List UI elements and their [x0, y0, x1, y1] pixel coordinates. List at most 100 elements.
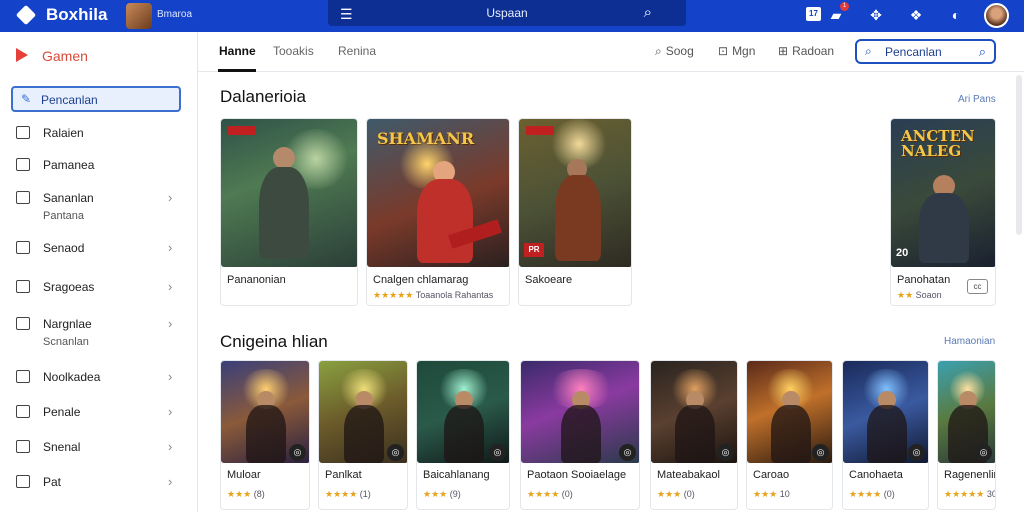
game-card[interactable]: PR Sakoeare [518, 118, 632, 306]
sidebar-item[interactable]: Senaod › [16, 239, 186, 259]
rating-stars: ★★★ [753, 489, 778, 499]
sidebar-item[interactable]: Sananlan Pantana › [16, 189, 186, 222]
tab-tools[interactable]: Tooakis [273, 44, 314, 58]
tool-radoan[interactable]: ⊞ Radoan [778, 44, 834, 58]
game-art: ◎ [651, 361, 737, 463]
top-search-bar[interactable]: ☰ Uspaan ⌕ [328, 0, 686, 26]
tool-search-label: Soog [665, 44, 694, 58]
chevron-right-icon[interactable]: › [168, 474, 172, 489]
sidebar-item-label: Senaod [43, 241, 85, 255]
game-rating: ★★★ 10 [753, 489, 790, 500]
sidebar-item-sublabel: Scnanlan [43, 336, 89, 348]
game-logo-art: ANCTEN NALEG [901, 127, 975, 160]
game-card[interactable]: ◎ Caroao ★★★ 10 [746, 360, 833, 510]
tool-search[interactable]: ⌕ Soog [655, 44, 694, 59]
sidebar-item-label: Penale [43, 405, 81, 419]
calendar-icon[interactable]: 17 [806, 7, 821, 21]
game-title: Paotaon Sooiaelage [527, 469, 627, 481]
controller-icon[interactable]: ◐ [946, 5, 966, 25]
game-art: PR [519, 119, 631, 267]
rating-stars: ★★★ [657, 489, 682, 499]
chevron-right-icon[interactable]: › [168, 404, 172, 419]
sidebar-item[interactable]: Noolkadea › [16, 368, 186, 388]
game-rating: ★★★★ (0) [527, 489, 573, 500]
sidebar-item[interactable]: Penale › [16, 403, 186, 423]
sidebar-item[interactable]: Pat › [16, 473, 186, 493]
box-icon [16, 241, 30, 254]
sidebar-item[interactable]: Pamanea [16, 156, 186, 176]
game-art: ◎ [747, 361, 832, 463]
chevron-right-icon[interactable]: › [168, 240, 172, 255]
game-card[interactable]: ◎ Muloar ★★★ (8) [220, 360, 310, 510]
chevron-right-icon[interactable]: › [168, 439, 172, 454]
game-art: ANCTEN NALEG 20 [891, 119, 995, 267]
game-title: Pananonian [227, 274, 286, 286]
rating-count: (9) [449, 489, 461, 499]
game-title: Ragenenlins [944, 469, 995, 481]
sidebar-item-active[interactable]: ✎ Pencanlan [11, 86, 181, 112]
game-card[interactable]: Pananonian [220, 118, 358, 306]
chevron-right-icon[interactable]: › [168, 316, 172, 331]
tab-bar: Hanne Tooakis Renina ⌕ Soog ⊡ Mgn ⊞ Radoan … [198, 32, 1024, 72]
game-title: Cnalgen chlamarag [373, 274, 469, 286]
tool-map[interactable]: ⊡ Mgn [718, 44, 755, 58]
user-avatar[interactable] [984, 3, 1009, 28]
scrollbar[interactable] [1016, 75, 1022, 235]
game-title: Muloar [227, 469, 261, 481]
game-rating: ★★★★ (0) [849, 489, 895, 500]
search-submit-icon[interactable]: ⌕ [979, 44, 986, 60]
search-icon[interactable]: ⌕ [644, 4, 652, 21]
logo-icon[interactable] [15, 4, 37, 26]
camera-icon [16, 317, 30, 330]
sidebar-item[interactable]: Snenal › [16, 438, 186, 458]
brand-name[interactable]: Boxhila [46, 5, 107, 25]
game-title: Canohaeta [849, 469, 903, 481]
game-meta: ★★ Soaon [897, 290, 942, 301]
game-rating: ★★★ (9) [423, 489, 461, 500]
new-badge [526, 126, 554, 135]
game-card[interactable]: ◎ Ragenenlins ★★★★★ 30 [937, 360, 996, 510]
chevron-right-icon[interactable]: › [168, 190, 172, 205]
game-card[interactable]: ◎ Panlkat ★★★★ (1) [318, 360, 408, 510]
platform-icon: ◎ [289, 444, 306, 461]
sidebar-item[interactable]: Nargnlae Scnanlan › [16, 315, 186, 348]
platform-icon: ◎ [619, 444, 636, 461]
profile-thumbnail[interactable] [126, 3, 152, 29]
rating-count: (0) [683, 489, 695, 499]
game-card[interactable]: ANCTEN NALEG 20 Panohatan ★★ Soaon cc [890, 118, 996, 306]
rating-stars: ★★★ [227, 489, 252, 499]
section-title: Dalanerioia [220, 87, 306, 106]
sidebar-item-label: Pat [43, 475, 62, 489]
game-art: ◎ [843, 361, 928, 463]
sidebar-item[interactable]: Ralaien [16, 124, 186, 144]
tab-home[interactable]: Hanne [219, 44, 256, 58]
rating-stars: ★★★★★ [944, 489, 985, 499]
platform-icon: ◎ [717, 444, 734, 461]
sidebar-brand[interactable]: Gamen [42, 48, 88, 64]
content-search[interactable]: ⌕ Pencanlan ⌕ [855, 39, 996, 64]
game-art: ◎ [417, 361, 509, 463]
rating-badge: PR [524, 243, 544, 257]
tab-renina[interactable]: Renina [338, 44, 376, 58]
sidebar-item-label: Sananlan [43, 191, 94, 205]
gamepad-icon[interactable]: ✥ [866, 5, 886, 25]
game-publisher: Soaon [915, 290, 942, 300]
game-card[interactable]: ◎ Baicahlanang ★★★ (9) [416, 360, 510, 510]
cc-icon[interactable]: cc [967, 279, 988, 294]
rating-stars: ★★★★ [325, 489, 358, 499]
game-card[interactable]: SHAMANR Cnalgen chlamarag ★★★★★ Toaanola… [366, 118, 510, 306]
see-all-link[interactable]: Ari Pans [958, 94, 996, 105]
chevron-right-icon[interactable]: › [168, 369, 172, 384]
sidebar-item-label: Pencanlan [41, 93, 98, 107]
game-card[interactable]: ◎ Canohaeta ★★★★ (0) [842, 360, 929, 510]
game-title: Sakoeare [525, 274, 573, 286]
rating-stars: ★★★★ [849, 489, 882, 499]
tag-icon [16, 475, 30, 488]
game-card[interactable]: ◎ Mateabakaol ★★★ (0) [650, 360, 738, 510]
chevron-right-icon[interactable]: › [168, 279, 172, 294]
puzzle-icon[interactable]: ❖ [906, 5, 926, 25]
game-title: Caroao [753, 469, 790, 481]
see-all-link[interactable]: Hamaonian [944, 336, 995, 347]
sidebar-item[interactable]: Sragoeas › [16, 278, 186, 298]
game-card[interactable]: ◎ Paotaon Sooiaelage ★★★★ (0) [520, 360, 640, 510]
